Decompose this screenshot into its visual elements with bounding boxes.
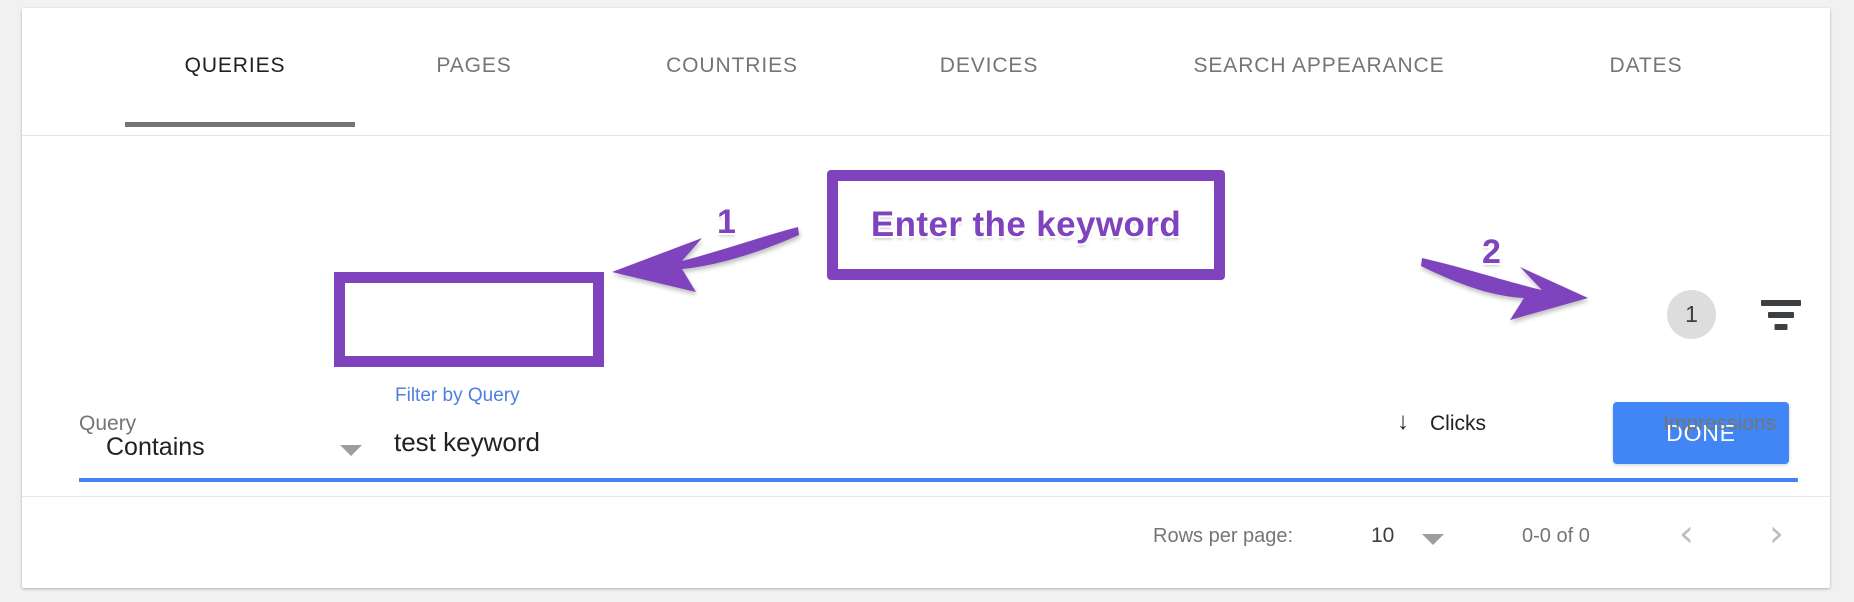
annotation-box-keyword-input [334, 272, 604, 367]
filter-icon-bar-3 [1774, 324, 1788, 330]
tab-queries[interactable]: QUERIES [185, 54, 286, 78]
next-page-button[interactable]: › [1769, 512, 1784, 555]
annotation-callout-text: Enter the keyword [870, 205, 1182, 244]
annotation-arrow-1-icon [612, 227, 799, 292]
filter-row-divider [22, 496, 1830, 497]
screenshot-root: QUERIES PAGES COUNTRIES DEVICES SEARCH A… [0, 0, 1854, 602]
chevron-down-icon[interactable] [1422, 534, 1444, 545]
dimension-tabbar: QUERIES PAGES COUNTRIES DEVICES SEARCH A… [22, 8, 1830, 136]
annotation-arrow-2-icon [1421, 258, 1588, 320]
rows-per-page-label: Rows per page: [1153, 525, 1294, 547]
table-paginator: Rows per page: 10 0-0 of 0 ‹ › [22, 508, 1830, 588]
chevron-down-icon[interactable] [340, 445, 362, 456]
filter-operator-select[interactable]: Contains [106, 433, 205, 462]
tab-pages[interactable]: PAGES [436, 54, 511, 78]
rows-per-page-select[interactable]: 10 [1371, 524, 1394, 548]
previous-page-button[interactable]: ‹ [1679, 512, 1694, 555]
column-header-impressions[interactable]: Impressions [1663, 412, 1776, 436]
filter-field-underline [79, 478, 1798, 482]
tab-devices[interactable]: DEVICES [940, 54, 1039, 78]
tab-dates[interactable]: DATES [1610, 54, 1683, 78]
filter-count-badge[interactable]: 1 [1667, 290, 1716, 339]
column-header-clicks[interactable]: Clicks [1430, 412, 1486, 436]
pagination-range: 0-0 of 0 [1522, 525, 1590, 547]
arrow-down-icon: ↓ [1397, 408, 1409, 435]
filter-list-icon[interactable] [1759, 298, 1803, 332]
filter-keyword-input[interactable] [394, 427, 644, 458]
tab-countries[interactable]: COUNTRIES [666, 54, 798, 78]
column-header-query[interactable]: Query [79, 412, 136, 436]
filter-field-label: Filter by Query [395, 385, 520, 406]
filter-icon-bar-1 [1761, 300, 1801, 306]
active-tab-indicator [125, 122, 355, 127]
tab-search-appearance[interactable]: SEARCH APPEARANCE [1193, 54, 1444, 78]
filter-icon-bar-2 [1768, 312, 1794, 318]
annotation-box-callout: Enter the keyword [827, 170, 1225, 280]
